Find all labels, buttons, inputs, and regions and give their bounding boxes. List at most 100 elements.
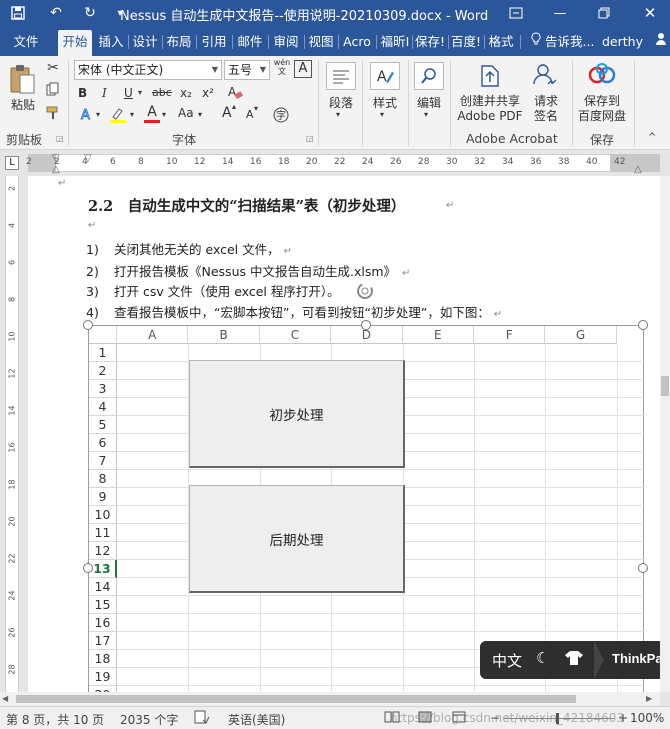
row-header[interactable]: 8: [89, 470, 117, 488]
tab-save[interactable]: 保存!: [414, 31, 446, 53]
font-color-button[interactable]: A: [144, 104, 160, 123]
enclose-characters-icon[interactable]: 字: [272, 106, 290, 127]
select-all-corner[interactable]: [89, 326, 117, 344]
row-header[interactable]: 19: [89, 668, 117, 686]
zoom-in-icon[interactable]: +: [618, 711, 628, 725]
row-header[interactable]: 18: [89, 650, 117, 668]
styles-icon[interactable]: A: [370, 62, 400, 90]
highlight-icon[interactable]: [108, 106, 128, 127]
tab-view[interactable]: 视图: [306, 31, 336, 53]
undo-icon[interactable]: ↶: [46, 3, 66, 23]
row-header[interactable]: 12: [89, 542, 117, 560]
column-header[interactable]: C: [259, 326, 332, 344]
chevron-down-icon[interactable]: ▾: [138, 88, 142, 97]
column-header[interactable]: G: [545, 326, 617, 344]
paste-icon[interactable]: [6, 62, 40, 96]
zoom-level[interactable]: 100%: [630, 711, 664, 725]
moon-icon[interactable]: ☾: [536, 649, 549, 667]
close-icon[interactable]: ✕: [640, 3, 660, 23]
tab-layout[interactable]: 布局: [164, 31, 194, 53]
column-header[interactable]: A: [117, 326, 189, 344]
row-header[interactable]: 17: [89, 632, 117, 650]
chevron-down-icon[interactable]: ▾: [96, 110, 100, 119]
redo-icon[interactable]: ↻: [80, 3, 100, 23]
resize-handle[interactable]: [638, 563, 648, 573]
zoom-slider[interactable]: [504, 718, 614, 719]
post-processing-button[interactable]: 后期处理: [189, 485, 405, 593]
tab-stop-selector-icon[interactable]: L: [5, 156, 19, 170]
first-line-indent-icon[interactable]: ▽: [52, 153, 60, 164]
row-header[interactable]: 11: [89, 524, 117, 542]
tab-foxit[interactable]: 福昕I: [378, 31, 412, 53]
row-header[interactable]: 3: [89, 380, 117, 398]
text-effects-icon[interactable]: A: [78, 106, 96, 125]
resize-handle[interactable]: [83, 320, 93, 330]
search-icon[interactable]: [414, 62, 444, 90]
row-header[interactable]: 16: [89, 614, 117, 632]
user-name[interactable]: derthy: [602, 31, 643, 53]
subscript-button[interactable]: x₂: [180, 86, 192, 100]
editing-button[interactable]: 编辑: [414, 94, 444, 111]
proofing-icon[interactable]: [194, 710, 210, 727]
underline-button[interactable]: U: [124, 86, 133, 100]
request-signature-icon[interactable]: [530, 60, 560, 90]
row-header[interactable]: 5: [89, 416, 117, 434]
minimize-icon[interactable]: —: [550, 3, 570, 23]
resize-handle[interactable]: [83, 563, 93, 573]
tab-file[interactable]: 文件: [10, 31, 42, 53]
chevron-down-icon[interactable]: ▾: [198, 110, 202, 119]
row-header[interactable]: 9: [89, 488, 117, 506]
indent-marker-icon[interactable]: ▽: [84, 153, 92, 164]
tab-design[interactable]: 设计: [130, 31, 160, 53]
lightbulb-icon[interactable]: [526, 31, 546, 53]
column-header[interactable]: B: [188, 326, 260, 344]
column-header[interactable]: E: [402, 326, 474, 344]
row-header[interactable]: 14: [89, 578, 117, 596]
ribbon-display-icon[interactable]: [506, 3, 526, 23]
document-page[interactable]: ↵ 2.2 自动生成中文的“扫描结果”表（初步处理） ↵ ↵ 1) 关闭其他无关的…: [28, 176, 660, 692]
row-header[interactable]: 10: [89, 506, 117, 524]
language-indicator[interactable]: 英语(美国): [228, 711, 285, 728]
font-launcher-icon[interactable]: ◲: [306, 134, 314, 143]
row-header[interactable]: 7: [89, 452, 117, 470]
horizontal-scroll-thumb[interactable]: [16, 695, 576, 703]
row-header[interactable]: 6: [89, 434, 117, 452]
scroll-left-icon[interactable]: ◀: [2, 694, 8, 703]
italic-button[interactable]: I: [102, 86, 107, 100]
row-header[interactable]: 4: [89, 398, 117, 416]
paragraph-icon[interactable]: [326, 62, 356, 90]
word-count[interactable]: 2035 个字: [120, 711, 178, 728]
save-icon[interactable]: [8, 3, 28, 23]
chevron-down-icon[interactable]: ▾: [162, 110, 166, 119]
ime-language-toggle[interactable]: 中文: [492, 650, 522, 671]
tab-acrobat[interactable]: Acro: [340, 31, 374, 53]
page-count[interactable]: 第 8 页，共 10 页: [6, 711, 104, 728]
create-share-pdf-button[interactable]: 创建并共享 Adobe PDF: [456, 94, 524, 124]
scroll-right-icon[interactable]: ▶: [646, 694, 652, 703]
font-size-select[interactable]: 五号 ▼: [224, 60, 270, 80]
change-case-button[interactable]: Aa: [178, 106, 194, 120]
zoom-slider-thumb[interactable]: [556, 713, 559, 724]
superscript-button[interactable]: x²: [202, 86, 214, 100]
horizontal-scrollbar[interactable]: ◀ ▶: [0, 692, 660, 706]
embedded-spreadsheet-image[interactable]: ABCDEFG1234567891011121314151617181920 初…: [88, 325, 645, 692]
request-signature-button[interactable]: 请求 签名: [530, 94, 562, 124]
tab-review[interactable]: 审阅: [270, 31, 302, 53]
tab-home[interactable]: 开始: [58, 30, 92, 56]
chevron-down-icon[interactable]: ▾: [130, 110, 134, 119]
cut-icon[interactable]: ✂: [44, 60, 62, 76]
row-header[interactable]: 2: [89, 362, 117, 380]
row-header[interactable]: 1: [89, 344, 117, 362]
share-icon[interactable]: [652, 31, 670, 53]
copy-icon[interactable]: [44, 82, 62, 99]
resize-handle[interactable]: [361, 320, 371, 330]
tab-format[interactable]: 格式: [486, 31, 516, 53]
shrink-font-button[interactable]: A: [246, 108, 254, 121]
character-border-button[interactable]: A: [294, 60, 312, 78]
font-name-select[interactable]: 宋体 (中文正文) ▼: [74, 60, 222, 80]
styles-button[interactable]: 样式: [370, 94, 400, 111]
hanging-indent-icon[interactable]: △: [52, 164, 60, 175]
right-indent-icon[interactable]: △: [634, 164, 642, 175]
baidu-netdisk-icon[interactable]: [586, 60, 618, 90]
format-painter-icon[interactable]: [44, 106, 62, 123]
